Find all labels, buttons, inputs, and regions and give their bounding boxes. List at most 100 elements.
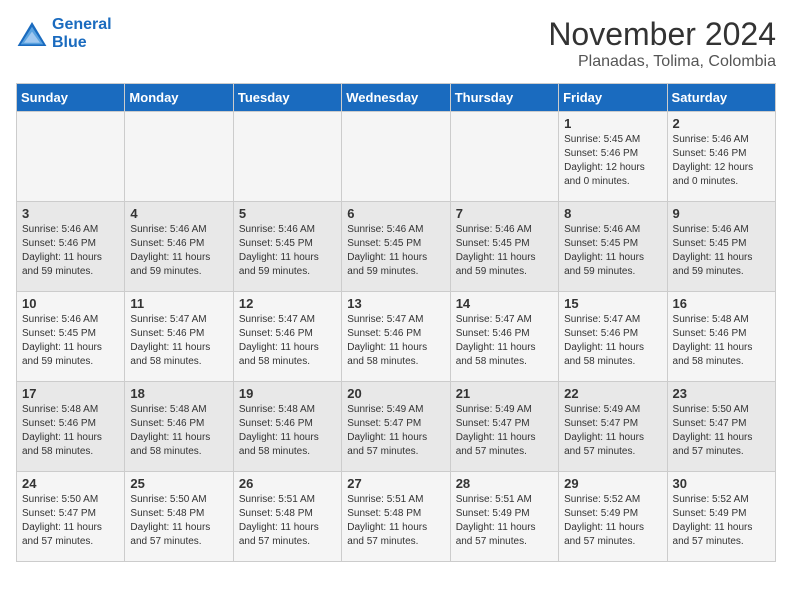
calendar-cell: 6Sunrise: 5:46 AM Sunset: 5:45 PM Daylig… [342, 202, 450, 292]
day-number: 30 [673, 476, 770, 491]
day-info: Sunrise: 5:46 AM Sunset: 5:45 PM Dayligh… [456, 223, 553, 279]
day-number: 28 [456, 476, 553, 491]
day-number: 16 [673, 296, 770, 311]
day-info: Sunrise: 5:49 AM Sunset: 5:47 PM Dayligh… [456, 403, 553, 459]
day-number: 5 [239, 206, 336, 221]
day-number: 26 [239, 476, 336, 491]
calendar-cell [233, 112, 341, 202]
header-sunday: Sunday [17, 84, 125, 112]
day-number: 12 [239, 296, 336, 311]
logo: General Blue [16, 16, 112, 52]
week-row-3: 10 Sunrise: 5:46 AM Sunset: 5:45 PM Dayli… [17, 292, 776, 382]
header-thursday: Thursday [450, 84, 558, 112]
header-row: SundayMondayTuesdayWednesdayThursdayFrid… [17, 84, 776, 112]
calendar-cell [125, 112, 233, 202]
day-info: Sunrise: 5:46 AM Sunset: 5:46 PM Dayligh… [22, 223, 119, 279]
calendar-cell: 28 Sunrise: 5:51 AM Sunset: 5:49 PM Dayli… [450, 472, 558, 562]
day-info: Sunrise: 5:50 AM Sunset: 5:47 PM Dayligh… [22, 493, 119, 549]
month-title: November 2024 [548, 16, 776, 53]
header-tuesday: Tuesday [233, 84, 341, 112]
day-number: 18 [130, 386, 227, 401]
day-info: Sunrise: 5:47 AM Sunset: 5:46 PM Dayligh… [564, 313, 661, 369]
day-number: 7 [456, 206, 553, 221]
day-number: 9 [673, 206, 770, 221]
calendar-cell: 7 Sunrise: 5:46 AM Sunset: 5:45 PM Daylig… [450, 202, 558, 292]
day-number: 20 [347, 386, 444, 401]
calendar-cell: 4Sunrise: 5:46 AM Sunset: 5:46 PM Daylig… [125, 202, 233, 292]
header-monday: Monday [125, 84, 233, 112]
calendar-cell: 1Sunrise: 5:45 AM Sunset: 5:46 PM Daylig… [559, 112, 667, 202]
day-number: 8 [564, 206, 661, 221]
week-row-1: 1Sunrise: 5:45 AM Sunset: 5:46 PM Daylig… [17, 112, 776, 202]
calendar-cell: 22 Sunrise: 5:49 AM Sunset: 5:47 PM Dayli… [559, 382, 667, 472]
day-number: 13 [347, 296, 444, 311]
calendar-cell: 16 Sunrise: 5:48 AM Sunset: 5:46 PM Dayli… [667, 292, 775, 382]
day-info: Sunrise: 5:47 AM Sunset: 5:46 PM Dayligh… [456, 313, 553, 369]
day-info: Sunrise: 5:52 AM Sunset: 5:49 PM Dayligh… [564, 493, 661, 549]
day-info: Sunrise: 5:50 AM Sunset: 5:47 PM Dayligh… [673, 403, 770, 459]
calendar-cell: 11 Sunrise: 5:47 AM Sunset: 5:46 PM Dayli… [125, 292, 233, 382]
location-subtitle: Planadas, Tolima, Colombia [548, 53, 776, 71]
week-row-4: 17 Sunrise: 5:48 AM Sunset: 5:46 PM Dayli… [17, 382, 776, 472]
day-info: Sunrise: 5:46 AM Sunset: 5:45 PM Dayligh… [673, 223, 770, 279]
day-number: 17 [22, 386, 119, 401]
calendar-cell: 27Sunrise: 5:51 AM Sunset: 5:48 PM Dayli… [342, 472, 450, 562]
calendar-cell: 20 Sunrise: 5:49 AM Sunset: 5:47 PM Dayli… [342, 382, 450, 472]
calendar-cell: 21 Sunrise: 5:49 AM Sunset: 5:47 PM Dayli… [450, 382, 558, 472]
day-info: Sunrise: 5:46 AM Sunset: 5:46 PM Dayligh… [130, 223, 227, 279]
week-row-5: 24 Sunrise: 5:50 AM Sunset: 5:47 PM Dayli… [17, 472, 776, 562]
header-saturday: Saturday [667, 84, 775, 112]
day-number: 29 [564, 476, 661, 491]
day-number: 19 [239, 386, 336, 401]
day-info: Sunrise: 5:48 AM Sunset: 5:46 PM Dayligh… [673, 313, 770, 369]
calendar-cell [342, 112, 450, 202]
calendar-cell: 9 Sunrise: 5:46 AM Sunset: 5:45 PM Daylig… [667, 202, 775, 292]
day-number: 10 [22, 296, 119, 311]
calendar-cell: 10 Sunrise: 5:46 AM Sunset: 5:45 PM Dayli… [17, 292, 125, 382]
page-header: General Blue November 2024 Planadas, Tol… [16, 16, 776, 71]
calendar-cell: 29 Sunrise: 5:52 AM Sunset: 5:49 PM Dayli… [559, 472, 667, 562]
day-info: Sunrise: 5:52 AM Sunset: 5:49 PM Dayligh… [673, 493, 770, 549]
day-info: Sunrise: 5:48 AM Sunset: 5:46 PM Dayligh… [239, 403, 336, 459]
day-number: 6 [347, 206, 444, 221]
calendar-cell: 25 Sunrise: 5:50 AM Sunset: 5:48 PM Dayli… [125, 472, 233, 562]
calendar-cell: 2 Sunrise: 5:46 AM Sunset: 5:46 PM Daylig… [667, 112, 775, 202]
day-number: 3 [22, 206, 119, 221]
calendar-cell: 15Sunrise: 5:47 AM Sunset: 5:46 PM Dayli… [559, 292, 667, 382]
calendar-cell: 14Sunrise: 5:47 AM Sunset: 5:46 PM Dayli… [450, 292, 558, 382]
logo-icon [16, 20, 48, 48]
day-info: Sunrise: 5:47 AM Sunset: 5:46 PM Dayligh… [347, 313, 444, 369]
day-info: Sunrise: 5:51 AM Sunset: 5:49 PM Dayligh… [456, 493, 553, 549]
calendar-cell: 23Sunrise: 5:50 AM Sunset: 5:47 PM Dayli… [667, 382, 775, 472]
day-info: Sunrise: 5:46 AM Sunset: 5:45 PM Dayligh… [22, 313, 119, 369]
calendar-cell: 13 Sunrise: 5:47 AM Sunset: 5:46 PM Dayli… [342, 292, 450, 382]
day-number: 22 [564, 386, 661, 401]
day-info: Sunrise: 5:46 AM Sunset: 5:46 PM Dayligh… [673, 133, 770, 189]
calendar-cell: 5 Sunrise: 5:46 AM Sunset: 5:45 PM Daylig… [233, 202, 341, 292]
day-number: 21 [456, 386, 553, 401]
header-wednesday: Wednesday [342, 84, 450, 112]
calendar-cell: 8 Sunrise: 5:46 AM Sunset: 5:45 PM Daylig… [559, 202, 667, 292]
day-info: Sunrise: 5:51 AM Sunset: 5:48 PM Dayligh… [347, 493, 444, 549]
week-row-2: 3 Sunrise: 5:46 AM Sunset: 5:46 PM Daylig… [17, 202, 776, 292]
header-friday: Friday [559, 84, 667, 112]
day-number: 11 [130, 296, 227, 311]
day-info: Sunrise: 5:46 AM Sunset: 5:45 PM Dayligh… [239, 223, 336, 279]
calendar-cell [450, 112, 558, 202]
calendar-table: SundayMondayTuesdayWednesdayThursdayFrid… [16, 83, 776, 562]
day-number: 2 [673, 116, 770, 131]
day-info: Sunrise: 5:47 AM Sunset: 5:46 PM Dayligh… [239, 313, 336, 369]
day-info: Sunrise: 5:50 AM Sunset: 5:48 PM Dayligh… [130, 493, 227, 549]
day-info: Sunrise: 5:49 AM Sunset: 5:47 PM Dayligh… [347, 403, 444, 459]
day-info: Sunrise: 5:47 AM Sunset: 5:46 PM Dayligh… [130, 313, 227, 369]
day-number: 24 [22, 476, 119, 491]
calendar-cell: 24 Sunrise: 5:50 AM Sunset: 5:47 PM Dayli… [17, 472, 125, 562]
day-info: Sunrise: 5:49 AM Sunset: 5:47 PM Dayligh… [564, 403, 661, 459]
calendar-cell: 30 Sunrise: 5:52 AM Sunset: 5:49 PM Dayli… [667, 472, 775, 562]
day-number: 25 [130, 476, 227, 491]
calendar-cell: 26Sunrise: 5:51 AM Sunset: 5:48 PM Dayli… [233, 472, 341, 562]
day-info: Sunrise: 5:46 AM Sunset: 5:45 PM Dayligh… [564, 223, 661, 279]
day-info: Sunrise: 5:48 AM Sunset: 5:46 PM Dayligh… [22, 403, 119, 459]
calendar-cell [17, 112, 125, 202]
calendar-cell: 19 Sunrise: 5:48 AM Sunset: 5:46 PM Dayli… [233, 382, 341, 472]
